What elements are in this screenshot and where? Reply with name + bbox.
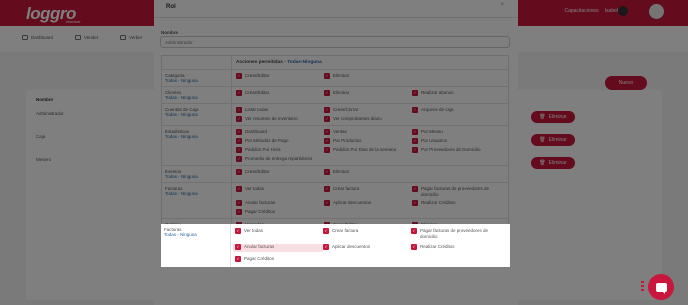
permission-label: Anular facturas (244, 244, 275, 250)
permission-label: Aplicar descuentos (332, 244, 371, 250)
modal-dim-bottom (154, 267, 518, 305)
permission-label: Pagar Créditos (244, 255, 275, 261)
facturas-actions: ✓ Ver todas ✓ Crear factura ✓ Pagar factura… (231, 224, 510, 267)
check-icon[interactable]: ✓ (411, 228, 417, 234)
permission-checkbox[interactable]: ✓Ver todas (235, 228, 323, 240)
category-todas-link[interactable]: Todas (164, 232, 176, 237)
permission-checkbox-anular[interactable]: ✓ Anular facturas (233, 244, 323, 252)
check-icon[interactable]: ✓ (323, 244, 329, 251)
category-ninguna-link[interactable]: Ninguna (180, 232, 197, 237)
category-facturas: Facturas Todas - Ninguna (161, 224, 231, 267)
permission-label: Pagar facturas de proveedores de domicil… (420, 228, 489, 239)
modal-dim-right (510, 224, 518, 267)
modal-dim-left (154, 224, 161, 267)
drag-handle[interactable] (641, 281, 644, 293)
check-icon[interactable]: ✓ (323, 228, 329, 234)
check-icon[interactable]: ✓ (411, 244, 417, 251)
permission-label: Crear factura (332, 228, 359, 233)
permission-checkbox[interactable]: ✓Pagar Créditos (235, 255, 323, 263)
permission-checkbox[interactable]: ✓Crear factura (323, 228, 411, 240)
permission-checkbox[interactable]: ✓Aplicar descuentos (323, 244, 411, 251)
permission-checkbox[interactable]: ✓Pagar facturas de proveedores de domici… (411, 228, 499, 240)
check-icon[interactable]: ✓ (235, 244, 241, 251)
permission-label: Realizar Créditos (420, 244, 455, 250)
check-icon[interactable]: ✓ (235, 255, 241, 262)
permission-label: Ver todas (244, 228, 264, 233)
chat-button[interactable] (648, 274, 674, 300)
chat-icon (655, 282, 667, 294)
category-select-links: Todas - Ninguna (164, 232, 227, 237)
check-icon[interactable]: ✓ (235, 228, 241, 234)
permission-checkbox[interactable]: ✓Realizar Créditos (411, 244, 499, 251)
modal-dim-top (154, 0, 518, 224)
facturas-permissions: Facturas Todas - Ninguna ✓ Ver todas ✓ Cre… (161, 224, 510, 267)
